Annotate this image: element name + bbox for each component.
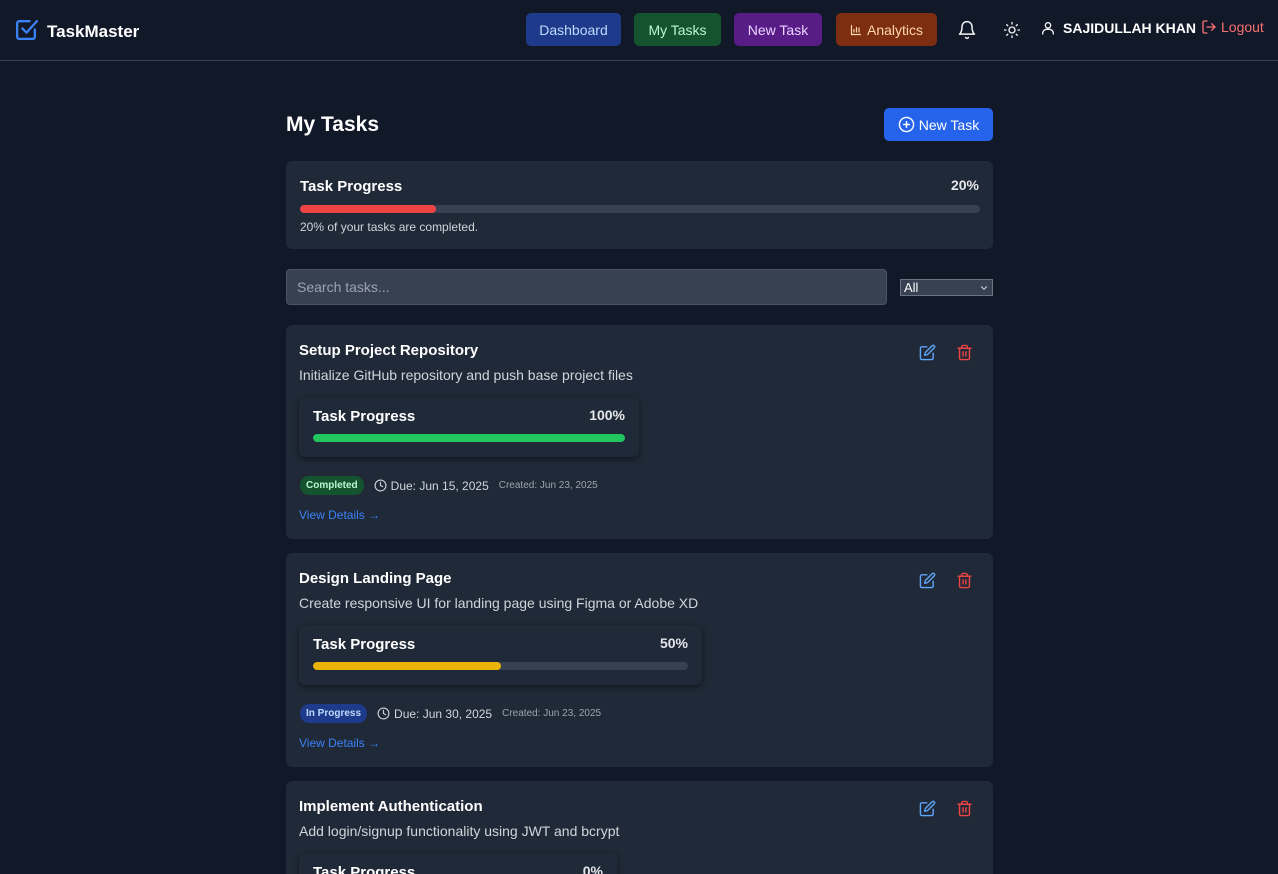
trash-icon[interactable] (956, 572, 973, 594)
overall-progress-track (300, 205, 980, 213)
task-meta: Completed Due: Jun 15, 2025 Created: Jun… (300, 476, 598, 495)
task-progress-fill (313, 662, 501, 670)
logout-icon (1202, 20, 1216, 34)
task-meta: In Progress Due: Jun 30, 2025 Created: J… (300, 704, 601, 723)
task-progress-title: Task Progress (313, 408, 416, 425)
task-progress-fill (313, 434, 625, 442)
clock-icon (377, 707, 390, 720)
edit-icon[interactable] (919, 344, 936, 366)
nav-new-task-button[interactable]: New Task (734, 13, 822, 46)
task-progress-card: Task Progress 100% (299, 397, 639, 457)
task-progress-percent: 0% (582, 863, 603, 874)
task-card: Setup Project Repository Initialize GitH… (286, 325, 993, 539)
task-progress-title: Task Progress (313, 636, 416, 653)
task-card: Implement Authentication Add login/signu… (286, 781, 993, 874)
task-progress-title: Task Progress (313, 864, 416, 874)
view-details-link[interactable]: View Details → (299, 736, 380, 750)
view-details-link[interactable]: View Details → (299, 508, 380, 522)
status-badge: Completed (300, 476, 364, 495)
overall-progress-card: Task Progress 20% 20% of your tasks are … (286, 161, 993, 249)
user-icon (1042, 22, 1054, 35)
overall-progress-title: Task Progress (300, 178, 403, 195)
task-title: Design Landing Page (299, 570, 452, 587)
overall-progress-percent: 20% (950, 177, 979, 193)
user-profile[interactable]: SAJIDULLAH KHAN (1040, 20, 1196, 36)
top-navbar: TaskMaster Dashboard My Tasks New Task A… (0, 0, 1278, 61)
task-title: Setup Project Repository (299, 342, 479, 359)
task-progress-card: Task Progress 0% (299, 853, 617, 874)
task-title: Implement Authentication (299, 798, 483, 815)
status-badge: In Progress (300, 704, 368, 723)
due-date: Due: Jun 15, 2025 (374, 479, 489, 493)
search-input[interactable] (286, 269, 887, 305)
due-date-text: Due: Jun 15, 2025 (390, 478, 489, 493)
brand[interactable]: TaskMaster (14, 17, 139, 47)
theme-toggle-sun-icon[interactable] (1001, 19, 1023, 41)
task-card: Design Landing Page Create responsive UI… (286, 553, 993, 767)
task-progress-track (313, 434, 625, 442)
due-date: Due: Jun 30, 2025 (377, 707, 492, 721)
trash-icon[interactable] (956, 800, 973, 822)
checkbox-logo-icon (14, 17, 39, 47)
chevron-down-icon (980, 285, 988, 290)
nav-my-tasks-button[interactable]: My Tasks (634, 13, 721, 46)
created-date: Created: Jun 23, 2025 (502, 708, 602, 719)
task-progress-percent: 50% (659, 635, 688, 651)
user-name: SAJIDULLAH KHAN (1063, 20, 1196, 36)
plus-circle-icon (898, 116, 915, 133)
task-progress-percent: 100% (589, 407, 625, 423)
status-filter-select[interactable]: All (900, 279, 993, 296)
task-description: Create responsive UI for landing page us… (299, 595, 699, 611)
task-progress-track (313, 662, 688, 670)
page-title: My Tasks (286, 113, 379, 136)
nav-analytics-label: Analytics (866, 21, 924, 38)
overall-progress-caption: 20% of your tasks are completed. (300, 220, 479, 234)
edit-icon[interactable] (919, 572, 936, 594)
edit-icon[interactable] (919, 800, 936, 822)
logout-label: Logout (1221, 19, 1264, 35)
new-task-button[interactable]: New Task (884, 108, 993, 141)
notifications-bell-icon[interactable] (956, 19, 978, 41)
task-progress-card: Task Progress 50% (299, 625, 702, 685)
clock-icon (374, 479, 387, 492)
due-date-text: Due: Jun 30, 2025 (394, 706, 493, 721)
nav-dashboard-button[interactable]: Dashboard (526, 13, 621, 46)
new-task-button-label: New Task (918, 116, 980, 133)
trash-icon[interactable] (956, 344, 973, 366)
bar-chart-icon (850, 24, 862, 35)
logout-button[interactable]: Logout (1201, 19, 1264, 35)
task-description: Initialize GitHub repository and push ba… (299, 367, 633, 383)
task-description: Add login/signup functionality using JWT… (299, 823, 620, 839)
created-date: Created: Jun 23, 2025 (498, 480, 598, 491)
status-filter-value: All (904, 280, 919, 295)
nav-analytics-button[interactable]: Analytics (836, 13, 937, 46)
app-name: TaskMaster (47, 22, 140, 41)
overall-progress-fill (300, 205, 436, 213)
